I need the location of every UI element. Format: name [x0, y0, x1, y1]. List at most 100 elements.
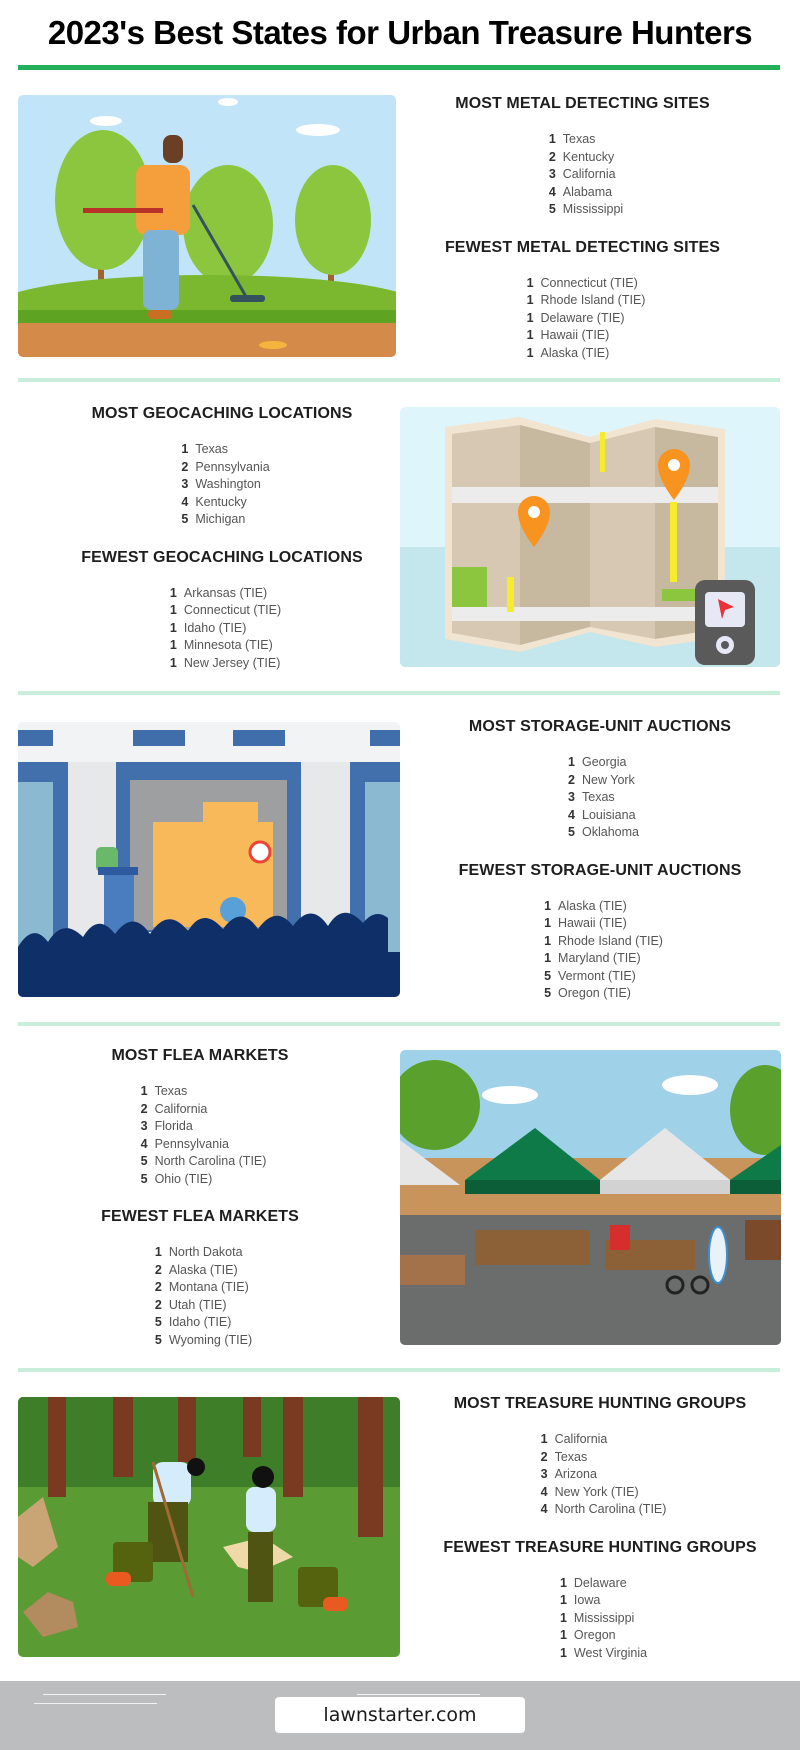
most-list: 1 Texas 2 Kentucky 3 California 4 Alabama 5 Missi…: [542, 131, 623, 219]
rank-number: 1: [526, 275, 534, 290]
state-name: Iowa: [573, 1593, 601, 1607]
metal-detecting-rankings: MOST METAL DETECTING SITES 1 Texas 2 Kentuc…: [420, 95, 745, 382]
state-name: North Dakota: [168, 1245, 243, 1259]
ranking-row: 5 Michigan: [174, 511, 269, 529]
ranking-row: 2 Alaska (TIE): [148, 1262, 252, 1280]
rank-number: 1: [568, 755, 575, 769]
state-name: Alaska (TIE): [558, 898, 627, 913]
state-name: Mississippi: [573, 1610, 635, 1625]
state-name: Pennsylvania: [195, 459, 270, 474]
rank-number: 1: [140, 1084, 148, 1098]
ranking-row: 1 Rhode Island (TIE): [520, 292, 646, 310]
state-name: Rhode Island (TIE): [540, 293, 646, 307]
ranking-row: 5 Ohio (TIE): [134, 1171, 267, 1189]
ranking-row: 1 Iowa: [553, 1592, 647, 1610]
ranking-row: 1 Idaho (TIE): [163, 620, 281, 638]
ranking-row: 1 Delaware: [553, 1575, 647, 1593]
state-name: Delaware: [573, 1575, 627, 1590]
state-name: Hawaii (TIE): [540, 328, 610, 342]
rank-number: 1: [548, 132, 556, 146]
ranking-row: 1 Mississippi: [553, 1610, 647, 1628]
rank-number: 5: [154, 1332, 162, 1347]
section-divider: [18, 1022, 780, 1026]
rank-number: 1: [559, 1645, 567, 1660]
state-name: New York: [582, 772, 635, 787]
rank-number: 1: [526, 328, 534, 342]
rank-number: 1: [544, 951, 552, 965]
ranking-row: 1 Hawaii (TIE): [520, 327, 646, 345]
section-divider: [18, 691, 780, 695]
state-name: Idaho (TIE): [168, 1315, 232, 1329]
ranking-row: 1 North Dakota: [148, 1244, 252, 1262]
rank-number: 1: [526, 310, 534, 325]
ranking-row: 4 North Carolina (TIE): [534, 1501, 667, 1519]
most-list: 1 Texas 2 Pennsylvania 3 Washington 4 Kentucky 5…: [174, 441, 269, 529]
fewest-heading: FEWEST FLEA MARKETS: [101, 1208, 299, 1225]
state-name: North Carolina (TIE): [554, 1502, 667, 1516]
title-underline: [18, 65, 780, 70]
most-heading: MOST TREASURE HUNTING GROUPS: [453, 1395, 747, 1412]
rank-number: 1: [526, 293, 534, 307]
state-name: Hawaii (TIE): [558, 916, 627, 930]
page-title: 2023's Best States for Urban Treasure Hu…: [47, 14, 753, 51]
footer-decor-line: [43, 1694, 166, 1695]
fewest-list: 1 Delaware 1 Iowa 1 Mississippi 1 Oregon 1 West V…: [553, 1575, 647, 1663]
rank-number: 2: [154, 1262, 162, 1277]
ranking-row: 4 Pennsylvania: [134, 1136, 267, 1154]
brand-link[interactable]: lawnstarter.com: [275, 1697, 525, 1733]
rank-number: 4: [140, 1136, 148, 1151]
rank-number: 2: [540, 1449, 548, 1464]
rank-number: 1: [559, 1628, 567, 1642]
state-name: New Jersey (TIE): [183, 655, 281, 670]
state-name: Connecticut (TIE): [540, 275, 638, 290]
state-name: Texas: [562, 132, 596, 146]
footer: lawnstarter.com: [0, 1681, 800, 1750]
state-name: Wyoming (TIE): [168, 1332, 253, 1347]
state-name: Idaho (TIE): [183, 620, 247, 635]
ranking-row: 1 New Jersey (TIE): [163, 655, 281, 673]
ranking-row: 5 Vermont (TIE): [537, 968, 663, 986]
state-name: Texas: [195, 442, 228, 456]
storage-auction-rankings: MOST STORAGE-UNIT AUCTIONS 1 Georgia 2 New …: [440, 718, 760, 1023]
ranking-row: 1 California: [534, 1431, 667, 1449]
rank-number: 1: [169, 603, 177, 617]
rank-number: 5: [140, 1154, 148, 1168]
ranking-row: 2 California: [134, 1101, 267, 1119]
rank-number: 4: [181, 494, 189, 509]
rank-number: 1: [526, 345, 534, 360]
flea-market-rankings: MOST FLEA MARKETS 1 Texas 2 California 3 Flor…: [55, 1047, 345, 1369]
geocaching-rankings: MOST GEOCACHING LOCATIONS 1 Texas 2 Pennsyl…: [62, 405, 382, 692]
ranking-row: 2 Kentucky: [542, 149, 623, 167]
state-name: California: [154, 1101, 208, 1116]
state-name: Ohio (TIE): [154, 1171, 213, 1186]
state-name: Oregon: [573, 1628, 616, 1642]
rank-number: 2: [154, 1280, 162, 1294]
rank-number: 5: [154, 1315, 162, 1329]
fewest-list: 1 North Dakota 2 Alaska (TIE) 2 Montana (TIE)…: [148, 1244, 252, 1349]
rank-number: 3: [540, 1467, 548, 1481]
rank-number: 5: [568, 825, 575, 839]
ranking-row: 5 Oklahoma: [561, 824, 639, 842]
rank-number: 3: [568, 790, 575, 804]
rank-number: 5: [548, 202, 556, 216]
ranking-row: 1 Connecticut (TIE): [520, 275, 646, 293]
ranking-row: 3 California: [542, 166, 623, 184]
ranking-row: 4 New York (TIE): [534, 1484, 667, 1502]
geocaching-map-illustration: [400, 407, 780, 667]
state-name: Montana (TIE): [168, 1280, 249, 1294]
rank-number: 3: [548, 167, 556, 181]
rank-number: 1: [559, 1575, 567, 1590]
rank-number: 1: [169, 655, 177, 670]
rank-number: 2: [568, 772, 575, 787]
footer-decor-line: [34, 1703, 157, 1704]
state-name: Minnesota (TIE): [183, 638, 273, 652]
footer-decor-line: [357, 1694, 480, 1695]
ranking-row: 2 Utah (TIE): [148, 1297, 252, 1315]
state-name: Utah (TIE): [168, 1297, 227, 1312]
state-name: Vermont (TIE): [558, 968, 636, 983]
state-name: North Carolina (TIE): [154, 1154, 267, 1168]
rank-number: 2: [140, 1101, 148, 1116]
ranking-row: 5 North Carolina (TIE): [134, 1153, 267, 1171]
ranking-row: 5 Idaho (TIE): [148, 1314, 252, 1332]
ranking-row: 1 Arkansas (TIE): [163, 585, 281, 603]
